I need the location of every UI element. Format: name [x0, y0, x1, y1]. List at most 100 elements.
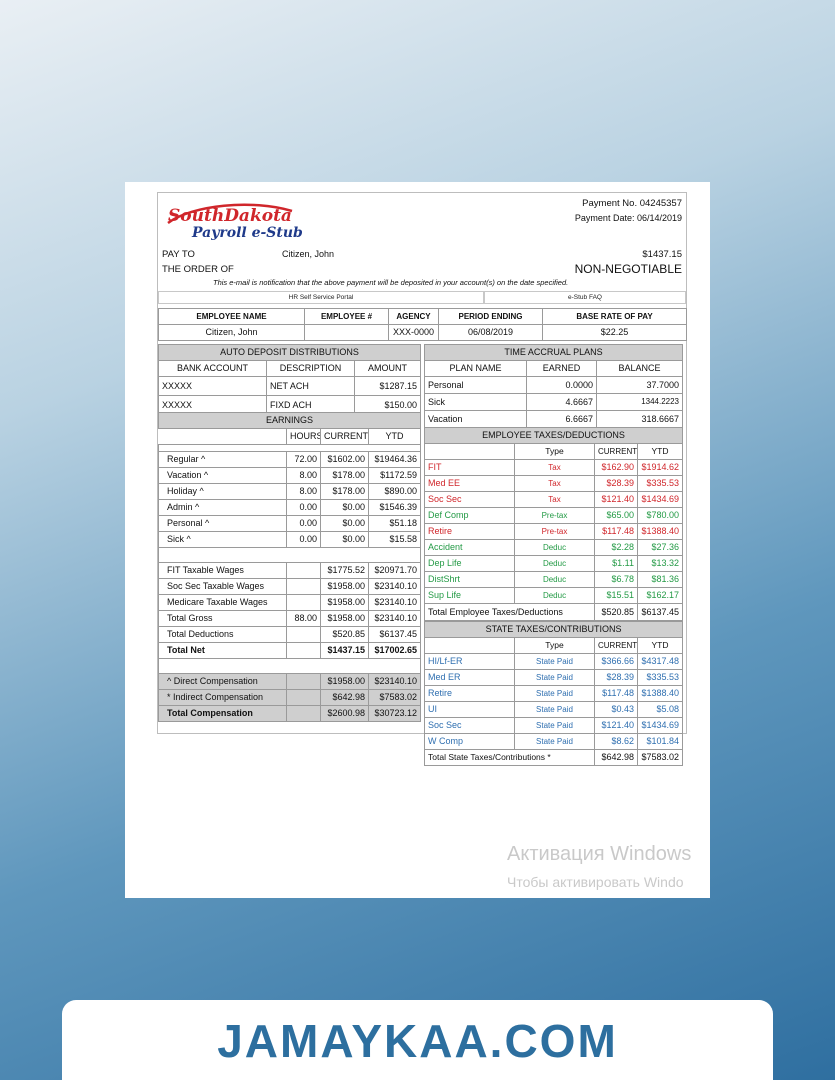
- earning-hours: 0.00: [286, 515, 321, 532]
- earnings-row: Regular ^ 72.00 $1602.00 $19464.36: [158, 451, 422, 468]
- employee-number-value: [304, 324, 389, 341]
- payee-name: Citizen, John: [282, 249, 335, 259]
- state-current: $117.48: [594, 685, 638, 702]
- tax-row: Med EE Tax $28.39 $335.53: [424, 475, 684, 492]
- earning-ytd: $1546.39: [367, 499, 422, 516]
- wages-hours: [286, 642, 321, 659]
- hr-portal-link[interactable]: HR Self Service Portal: [158, 291, 484, 304]
- earning-label: Regular ^: [158, 451, 287, 468]
- wages-row: FIT Taxable Wages $1775.52 $20971.70: [158, 562, 422, 579]
- logo-text-state: SouthDakota: [168, 206, 292, 226]
- wages-ytd: $23140.10: [367, 610, 422, 627]
- employee-taxes-table: EMPLOYEE TAXES/DEDUCTIONS Type CURRENT Y…: [423, 427, 684, 621]
- auto-deposit-title: AUTO DEPOSIT DISTRIBUTIONS: [158, 344, 421, 361]
- state-name: Med ER: [424, 669, 515, 686]
- accrual-earned: 4.6667: [526, 393, 597, 411]
- earning-current: $0.00: [320, 531, 369, 548]
- tax-ytd: $335.53: [636, 475, 684, 492]
- tax-type: Deduc: [514, 555, 595, 572]
- tax-type: Pre-tax: [514, 523, 595, 540]
- tax-type-header: Type: [514, 443, 595, 460]
- tax-current: $6.78: [594, 571, 638, 588]
- tax-ytd: $162.17: [636, 587, 684, 604]
- wages-label: Medicare Taxable Wages: [158, 594, 287, 611]
- wages-current: $520.85: [320, 626, 369, 643]
- tax-type: Tax: [514, 459, 595, 476]
- tax-current: $65.00: [594, 507, 638, 524]
- windows-activation-hint: Чтобы активировать Windo: [507, 874, 684, 890]
- state-name: UI: [424, 701, 515, 718]
- accrual-plan: Vacation: [424, 410, 527, 428]
- compensation-label: ^ Direct Compensation: [158, 673, 287, 690]
- state-ytd: $1434.69: [636, 717, 684, 734]
- compensation-ytd: $30723.12: [367, 705, 422, 722]
- tax-type: Pre-tax: [514, 507, 595, 524]
- period-ending-value: 06/08/2019: [438, 324, 543, 341]
- earning-label: Personal ^: [158, 515, 287, 532]
- earning-ytd: $51.18: [367, 515, 422, 532]
- wages-row: Total Deductions $520.85 $6137.45: [158, 626, 422, 643]
- wages-row: Total Gross 88.00 $1958.00 $23140.10: [158, 610, 422, 627]
- employee-name-value: Citizen, John: [158, 324, 305, 341]
- state-current: $366.66: [594, 653, 638, 670]
- earnings-row: Personal ^ 0.00 $0.00 $51.18: [158, 515, 422, 532]
- state-ytd: $5.08: [636, 701, 684, 718]
- compensation-row: ^ Direct Compensation $1958.00 $23140.10: [158, 673, 422, 690]
- state-total-ytd: $7583.02: [636, 749, 684, 766]
- tax-name: Def Comp: [424, 507, 515, 524]
- site-banner-text: JAMAYKAA.COM: [217, 1015, 618, 1067]
- state-type: State Paid: [514, 733, 595, 750]
- state-taxes-table: STATE TAXES/CONTRIBUTIONS Type CURRENT Y…: [423, 621, 684, 766]
- wages-hours: [286, 594, 321, 611]
- state-row: W Comp State Paid $8.62 $101.84: [424, 733, 684, 750]
- tax-name: Med EE: [424, 475, 515, 492]
- tax-row: Accident Deduc $2.28 $27.36: [424, 539, 684, 556]
- tax-current: $1.11: [594, 555, 638, 572]
- employee-name-header: EMPLOYEE NAME: [158, 308, 305, 325]
- accrual-balance: 1344.2223: [595, 393, 684, 411]
- tax-type: Deduc: [514, 571, 595, 588]
- state-type: State Paid: [514, 717, 595, 734]
- deposit-account: XXXXX: [158, 376, 267, 396]
- tax-ytd: $1388.40: [636, 523, 684, 540]
- deposit-row: XXXXX NET ACH $1287.15: [158, 376, 421, 396]
- non-negotiable-label: NON-NEGOTIABLE: [574, 262, 682, 276]
- state-ytd: $4317.48: [636, 653, 684, 670]
- compensation-row: * Indirect Compensation $642.98 $7583.02: [158, 689, 422, 706]
- employee-taxes-title: EMPLOYEE TAXES/DEDUCTIONS: [423, 427, 684, 444]
- compensation-ytd: $7583.02: [367, 689, 422, 706]
- tax-ytd: $81.36: [636, 571, 684, 588]
- wages-label: Total Net: [158, 642, 287, 659]
- accrual-row: Vacation 6.6667 318.6667: [424, 410, 684, 428]
- logo-text-estub: Payroll e-Stub: [191, 225, 302, 241]
- earning-label: Admin ^: [158, 499, 287, 516]
- state-total-current: $642.98: [594, 749, 638, 766]
- tax-total-label: Total Employee Taxes/Deductions: [424, 603, 595, 621]
- accrual-row: Sick 4.6667 1344.2223: [424, 393, 684, 411]
- tax-name: FIT: [424, 459, 515, 476]
- tax-total-row: Total Employee Taxes/Deductions $520.85 $6…: [424, 603, 684, 621]
- wages-ytd: $23140.10: [367, 578, 422, 595]
- state-row: Soc Sec State Paid $121.40 $1434.69: [424, 717, 684, 734]
- earning-ytd: $890.00: [367, 483, 422, 500]
- compensation-ytd: $23140.10: [367, 673, 422, 690]
- wages-row: Soc Sec Taxable Wages $1958.00 $23140.10: [158, 578, 422, 595]
- description-header: DESCRIPTION: [266, 360, 355, 377]
- earnings-table: EARNINGS HOURS CURRENT YTD Regular ^ 72.0…: [157, 412, 422, 722]
- ytd-header: YTD: [367, 428, 422, 445]
- agency-value: XXX-0000: [388, 324, 439, 341]
- wages-ytd: $17002.65: [367, 642, 422, 659]
- state-row: Med ER State Paid $28.39 $335.53: [424, 669, 684, 686]
- tax-ytd: $780.00: [636, 507, 684, 524]
- wages-ytd: $23140.10: [367, 594, 422, 611]
- wages-hours: [286, 562, 321, 579]
- earnings-blank-header: [158, 428, 287, 445]
- employee-info-header-row: EMPLOYEE NAME EMPLOYEE # AGENCY PERIOD E…: [158, 308, 687, 325]
- earning-ytd: $15.58: [367, 531, 422, 548]
- time-accrual-table: TIME ACCRUAL PLANS PLAN NAME EARNED BALA…: [423, 344, 684, 428]
- tax-row: FIT Tax $162.90 $1914.62: [424, 459, 684, 476]
- period-ending-header: PERIOD ENDING: [438, 308, 543, 325]
- bank-account-header: BANK ACCOUNT: [158, 360, 267, 377]
- state-name: HI/Lf-ER: [424, 653, 515, 670]
- estub-faq-link[interactable]: e-Stub FAQ: [484, 291, 686, 304]
